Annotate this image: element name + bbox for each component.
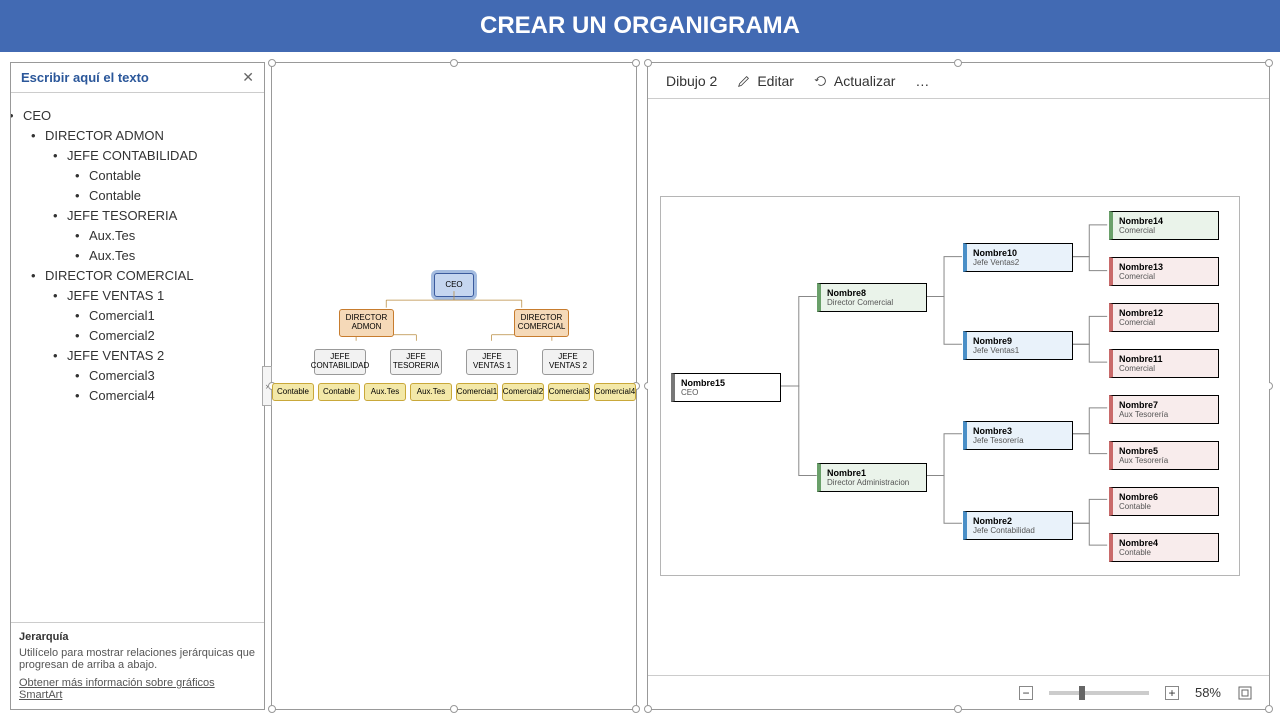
smartart-text-panel: Escribir aquí el texto ✕ CEO DIRECTOR AD… bbox=[10, 62, 265, 710]
fit-icon[interactable] bbox=[1237, 685, 1253, 701]
edit-button[interactable]: Editar bbox=[737, 73, 794, 89]
org-node-leaf[interactable]: Aux.Tes bbox=[410, 383, 452, 401]
hint-panel: Jerarquía Utilícelo para mostrar relacio… bbox=[11, 622, 264, 709]
zoom-bar: − + 58% bbox=[648, 675, 1269, 709]
drawing-title: Dibujo 2 bbox=[666, 73, 717, 89]
zoom-in-button[interactable]: + bbox=[1165, 686, 1179, 700]
card[interactable]: Nombre8Director Comercial bbox=[817, 283, 927, 312]
outline-item[interactable]: Comercial3 bbox=[89, 368, 155, 383]
outline-item[interactable]: Comercial4 bbox=[89, 388, 155, 403]
card[interactable]: Nombre5Aux Tesorería bbox=[1109, 441, 1219, 470]
hint-title: Jerarquía bbox=[19, 631, 256, 643]
org-node-leaf[interactable]: Aux.Tes bbox=[364, 383, 406, 401]
drawing-toolbar: Dibujo 2 Editar Actualizar … bbox=[648, 63, 1269, 99]
card[interactable]: Nombre10Jefe Ventas2 bbox=[963, 243, 1073, 272]
zoom-slider[interactable] bbox=[1049, 691, 1149, 695]
card[interactable]: Nombre14Comercial bbox=[1109, 211, 1219, 240]
card[interactable]: Nombre6Contable bbox=[1109, 487, 1219, 516]
org-node-leaf[interactable]: Comercial1 bbox=[456, 383, 498, 401]
text-panel-title: Escribir aquí el texto bbox=[21, 70, 149, 85]
refresh-icon bbox=[814, 74, 828, 88]
resize-handle[interactable] bbox=[1265, 59, 1273, 67]
more-button[interactable]: … bbox=[915, 73, 929, 89]
card[interactable]: Nombre13Comercial bbox=[1109, 257, 1219, 286]
outline-item[interactable]: Contable bbox=[89, 168, 141, 183]
card[interactable]: Nombre11Comercial bbox=[1109, 349, 1219, 378]
zoom-out-button[interactable]: − bbox=[1019, 686, 1033, 700]
close-icon[interactable]: ✕ bbox=[242, 69, 254, 86]
card[interactable]: Nombre3Jefe Tesorería bbox=[963, 421, 1073, 450]
org-node-leaf[interactable]: Contable bbox=[272, 383, 314, 401]
page-header: CREAR UN ORGANIGRAMA bbox=[0, 0, 1280, 52]
hint-link[interactable]: Obtener más información sobre gráficos S… bbox=[19, 677, 256, 701]
org-node-director[interactable]: DIRECTOR ADMON bbox=[339, 309, 394, 337]
outline-item[interactable]: JEFE TESORERIA bbox=[67, 208, 177, 223]
outline-item[interactable]: Aux.Tes bbox=[89, 248, 135, 263]
org-node-leaf[interactable]: Comercial2 bbox=[502, 383, 544, 401]
org-node-ceo[interactable]: CEO bbox=[434, 273, 474, 297]
card[interactable]: Nombre4Contable bbox=[1109, 533, 1219, 562]
resize-handle[interactable] bbox=[450, 59, 458, 67]
outline-item[interactable]: JEFE VENTAS 2 bbox=[67, 348, 164, 363]
org-chart-2: Nombre15CEO Nombre8Director Comercial No… bbox=[660, 196, 1240, 576]
outline-item[interactable]: CEO bbox=[23, 108, 51, 123]
outline-item[interactable]: Comercial1 bbox=[89, 308, 155, 323]
card[interactable]: Nombre15CEO bbox=[671, 373, 781, 402]
resize-handle[interactable] bbox=[632, 59, 640, 67]
card[interactable]: Nombre9Jefe Ventas1 bbox=[963, 331, 1073, 360]
pencil-icon bbox=[737, 74, 751, 88]
org-node-jefe[interactable]: JEFE VENTAS 1 bbox=[466, 349, 518, 375]
outline-item[interactable]: JEFE CONTABILIDAD bbox=[67, 148, 198, 163]
card[interactable]: Nombre12Comercial bbox=[1109, 303, 1219, 332]
resize-handle[interactable] bbox=[644, 59, 652, 67]
outline-item[interactable]: DIRECTOR COMERCIAL bbox=[45, 268, 194, 283]
card[interactable]: Nombre2Jefe Contabilidad bbox=[963, 511, 1073, 540]
pane-right: Dibujo 2 Editar Actualizar … bbox=[647, 62, 1270, 710]
outline-item[interactable]: Aux.Tes bbox=[89, 228, 135, 243]
org-node-leaf[interactable]: Contable bbox=[318, 383, 360, 401]
org-node-jefe[interactable]: JEFE CONTABILIDAD bbox=[314, 349, 366, 375]
text-panel-header: Escribir aquí el texto ✕ bbox=[11, 63, 264, 93]
page-title: CREAR UN ORGANIGRAMA bbox=[480, 12, 800, 40]
outline-item[interactable]: Comercial2 bbox=[89, 328, 155, 343]
zoom-value: 58% bbox=[1195, 685, 1221, 700]
resize-handle[interactable] bbox=[268, 705, 276, 713]
outline-item[interactable]: DIRECTOR ADMON bbox=[45, 128, 164, 143]
outline-item[interactable]: Contable bbox=[89, 188, 141, 203]
card[interactable]: Nombre1Director Administracion bbox=[817, 463, 927, 492]
resize-handle[interactable] bbox=[268, 59, 276, 67]
content: Escribir aquí el texto ✕ CEO DIRECTOR AD… bbox=[0, 52, 1280, 720]
refresh-button[interactable]: Actualizar bbox=[814, 73, 895, 89]
org-node-jefe[interactable]: JEFE VENTAS 2 bbox=[542, 349, 594, 375]
org-node-leaf[interactable]: Comercial4 bbox=[594, 383, 636, 401]
org-node-jefe[interactable]: JEFE TESORERIA bbox=[390, 349, 442, 375]
resize-handle[interactable] bbox=[632, 705, 640, 713]
card[interactable]: Nombre7Aux Tesorería bbox=[1109, 395, 1219, 424]
resize-handle[interactable] bbox=[450, 705, 458, 713]
smartart-canvas[interactable]: › bbox=[271, 62, 637, 710]
hint-body: Utilícelo para mostrar relaciones jerárq… bbox=[19, 647, 256, 671]
org-node-director[interactable]: DIRECTOR COMERCIAL bbox=[514, 309, 569, 337]
outline-tree[interactable]: CEO DIRECTOR ADMON JEFE CONTABILIDAD Con… bbox=[11, 93, 264, 622]
org-node-leaf[interactable]: Comercial3 bbox=[548, 383, 590, 401]
org-chart: CEO DIRECTOR ADMON DIRECTOR COMERCIAL JE… bbox=[272, 273, 636, 401]
pane-left: Escribir aquí el texto ✕ CEO DIRECTOR AD… bbox=[10, 62, 637, 710]
outline-item[interactable]: JEFE VENTAS 1 bbox=[67, 288, 164, 303]
draw-area[interactable]: Nombre15CEO Nombre8Director Comercial No… bbox=[648, 99, 1269, 673]
